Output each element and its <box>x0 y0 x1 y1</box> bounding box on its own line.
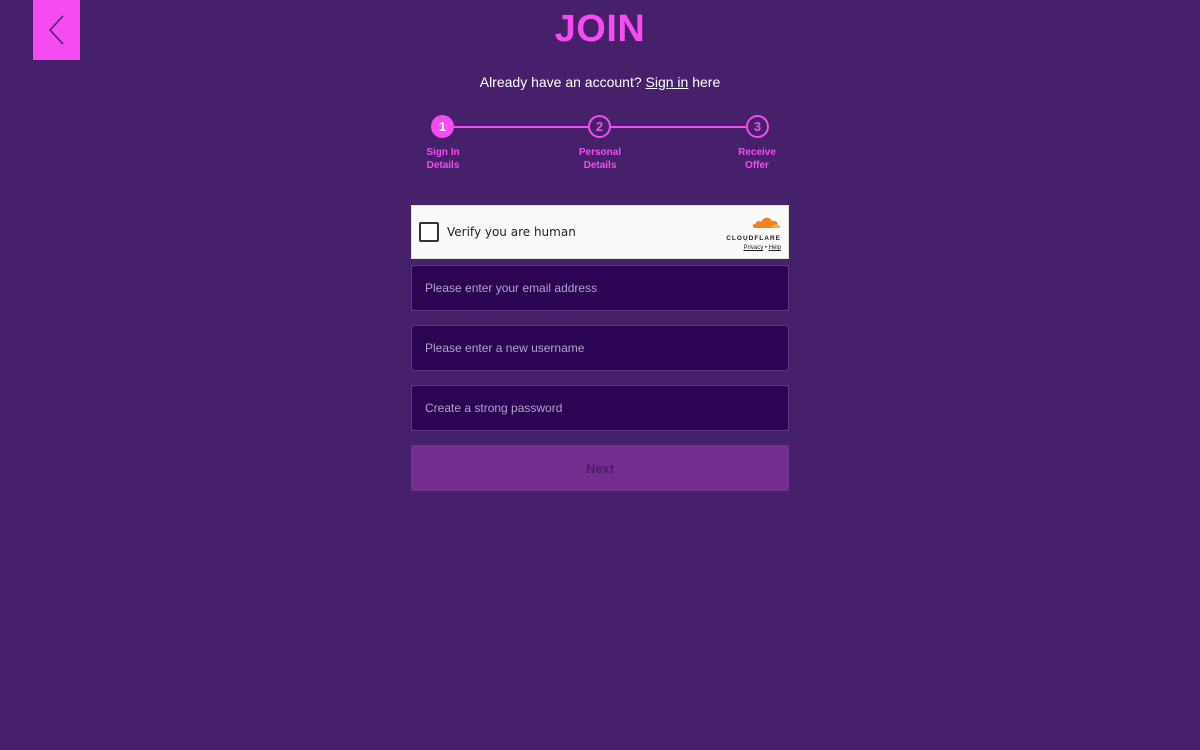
cloudflare-branding: CLOUDFLARE Privacy • Help <box>717 215 781 251</box>
cloudflare-logo-text: CLOUDFLARE <box>726 235 781 242</box>
step-3-circle: 3 <box>746 115 769 138</box>
step-connector-1 <box>454 126 589 128</box>
signin-prompt: Already have an account? Sign in here <box>0 74 1200 90</box>
captcha-widget: Verify you are human CLOUDFLARE Privacy … <box>411 205 789 259</box>
step-1-label: Sign In Details <box>426 147 460 171</box>
signin-suffix: here <box>692 74 721 90</box>
step-connector-2 <box>611 126 746 128</box>
email-input[interactable] <box>411 265 789 311</box>
page-title: JOIN <box>554 8 646 50</box>
step-2-circle: 2 <box>588 115 611 138</box>
signin-prefix: Already have an account? <box>479 74 642 90</box>
next-button[interactable]: Next <box>411 445 789 491</box>
privacy-link[interactable]: Privacy <box>744 245 764 251</box>
verify-human-label: Verify you are human <box>447 225 576 239</box>
password-input[interactable] <box>411 385 789 431</box>
progress-stepper: 1 Sign In Details 2 Personal Details 3 R… <box>411 114 789 174</box>
signin-link[interactable]: Sign in <box>646 74 689 90</box>
cloudflare-cloud-icon <box>752 217 780 228</box>
verify-human-checkbox[interactable] <box>419 222 439 242</box>
captcha-links: Privacy • Help <box>717 245 781 251</box>
step-3-label: Receive Offer <box>738 147 776 171</box>
username-input[interactable] <box>411 325 789 371</box>
help-link[interactable]: Help <box>769 245 781 251</box>
step-2-label: Personal Details <box>578 147 622 171</box>
link-separator: • <box>764 245 767 251</box>
step-1-circle: 1 <box>431 115 454 138</box>
